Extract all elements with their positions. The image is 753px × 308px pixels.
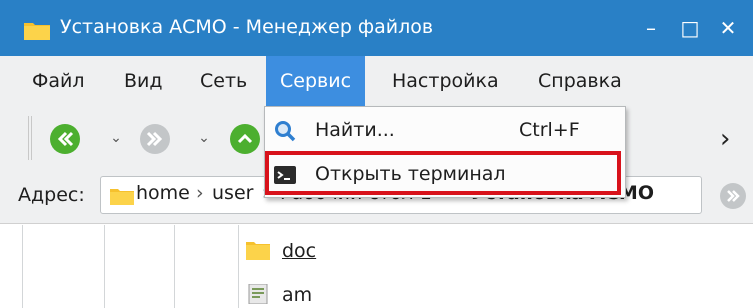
- column-divider: [22, 225, 23, 308]
- forward-button[interactable]: [140, 124, 170, 154]
- go-arrow-icon: [727, 190, 740, 202]
- minimize-button[interactable]: –: [636, 14, 666, 42]
- menu-item-find[interactable]: Найти... Ctrl+F: [265, 111, 625, 151]
- search-icon: [275, 121, 296, 142]
- highlight-box: [265, 151, 621, 195]
- file-item-am[interactable]: am: [282, 284, 312, 306]
- folder-icon: [110, 189, 134, 205]
- back-button[interactable]: [50, 124, 80, 154]
- menu-help[interactable]: Справка: [538, 56, 622, 108]
- menu-settings[interactable]: Настройка: [392, 56, 499, 108]
- toolbar-overflow-button[interactable]: ›: [720, 124, 730, 154]
- breadcrumb-separator: ›: [196, 182, 204, 204]
- menu-file[interactable]: Файл: [32, 56, 85, 108]
- window-title: Установка АСМО - Менеджер файлов: [60, 16, 434, 38]
- breadcrumb-user[interactable]: user: [212, 182, 253, 204]
- menu-item-find-label: Найти...: [315, 119, 395, 141]
- column-divider: [238, 225, 239, 308]
- folder-icon: [24, 23, 50, 40]
- menu-view[interactable]: Вид: [124, 56, 163, 108]
- file-icon: [248, 284, 268, 304]
- back-history-dropdown[interactable]: ⌄: [108, 126, 124, 150]
- toolbar-handle[interactable]: [28, 116, 32, 160]
- folder-icon: [246, 242, 270, 260]
- maximize-button[interactable]: □: [675, 14, 705, 42]
- back-arrow-icon: [57, 131, 74, 147]
- up-arrow-icon: [237, 133, 253, 144]
- menu-service[interactable]: Сервис: [266, 56, 366, 108]
- up-button[interactable]: [230, 124, 260, 154]
- column-divider: [174, 225, 175, 308]
- file-list: [0, 225, 753, 308]
- title-bar: Установка АСМО - Менеджер файлов – □ ✕: [0, 0, 753, 56]
- column-divider: [104, 225, 105, 308]
- forward-history-dropdown[interactable]: ⌄: [196, 126, 212, 150]
- menu-network[interactable]: Сеть: [200, 56, 247, 108]
- forward-arrow-icon: [146, 131, 163, 147]
- breadcrumb-home[interactable]: home: [136, 182, 190, 204]
- file-item-doc[interactable]: doc: [282, 240, 316, 262]
- address-label: Адрес:: [18, 184, 85, 206]
- close-button[interactable]: ✕: [713, 14, 743, 42]
- menu-bar: Файл Вид Сеть Сервис Настройка Справка: [0, 56, 753, 108]
- go-button[interactable]: [720, 183, 746, 209]
- menu-item-find-shortcut: Ctrl+F: [519, 119, 580, 141]
